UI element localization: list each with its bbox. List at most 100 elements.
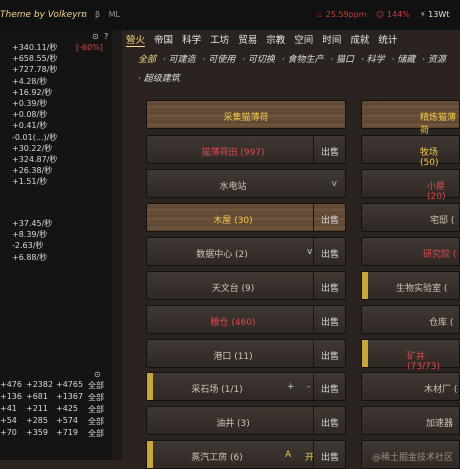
pasture-button[interactable]: 牧场 (50) [361,135,460,168]
scrollbar[interactable] [112,30,122,460]
resource-rate: +727.78/秒 [12,65,58,75]
resource-rate: +6.88/秒 [12,252,48,262]
filter-population[interactable]: · 猫口 [330,55,354,65]
warehouse-button[interactable]: 仓库 ( [361,305,460,334]
tab-stats[interactable]: 统计 [378,35,397,46]
harbor-button[interactable]: 港口 (11) 出售 [146,339,346,368]
resource-rate: +0.41/秒 [12,121,48,131]
tab-religion[interactable]: 宗教 [266,35,285,46]
sell-button[interactable]: 出售 [321,213,339,226]
mine-button[interactable]: 矿井 (73/73) [361,339,460,372]
hut-button[interactable]: 小屋 (20) [361,169,460,202]
tab-achievements[interactable]: 成就 [350,35,369,46]
table-cell[interactable]: +476 [0,380,22,389]
c-icon[interactable]: c [82,10,86,19]
increase-button[interactable]: + [287,382,295,392]
table-row: +54 +285 +574 全部 [0,416,112,427]
resource-rate: +658.55/秒 [12,54,58,64]
sell-button[interactable]: 出售 [321,145,339,158]
table-cell[interactable]: +285 [26,416,48,425]
tab-space[interactable]: 空间 [294,35,313,46]
ml-icon[interactable]: ML [109,10,120,19]
table-settings-icon[interactable]: ⊙ [94,370,101,379]
accelerator-button[interactable]: 加速器 [361,406,460,435]
table-cell[interactable]: +1367 [56,392,83,401]
tab-trade[interactable]: 贸易 [238,35,257,46]
sell-button[interactable]: 出售 [321,315,339,328]
filter-all[interactable]: 全部 [138,55,156,65]
lumber-mill-button[interactable]: 木材厂 ( [361,372,460,401]
sell-button[interactable]: 出售 [321,349,339,362]
gather-catnip-button[interactable]: 采集猫薄荷 [146,100,346,129]
craft-all-link[interactable]: 全部 [88,416,104,427]
resource-rate: +8.39/秒 [12,230,48,240]
filter-buildable[interactable]: · 可建造 [163,55,196,65]
craft-all-link[interactable]: 全部 [88,428,104,439]
table-cell[interactable]: +70 [0,428,17,437]
tab-bonfire[interactable]: 營火 [126,35,146,47]
table-cell[interactable]: +359 [26,428,48,437]
table-cell[interactable]: +719 [56,428,78,437]
steamworks-button[interactable]: 蒸汽工房 (6) A 开 出售 [146,440,346,469]
table-cell[interactable]: +54 [0,416,17,425]
filter-storage[interactable]: · 储藏 [392,55,416,65]
sell-button[interactable]: 出售 [321,247,339,260]
mansion-button[interactable]: 宅邸 ( [361,203,460,232]
tab-science[interactable]: 科学 [182,35,201,46]
table-cell[interactable]: +41 [0,404,17,413]
sell-button[interactable]: 出售 [321,382,339,395]
sell-button[interactable]: 出售 [321,450,339,463]
help-icon[interactable]: ? [104,32,108,41]
craft-all-link[interactable]: 全部 [88,380,104,391]
filter-resources[interactable]: · 资源 [422,55,446,65]
table-cell[interactable]: +425 [56,404,78,413]
settings-icon[interactable]: ⊙ [92,32,99,41]
resource-rate: +340.11/秒 [12,43,58,52]
table-cell[interactable]: +681 [26,392,48,401]
right-bottom-button[interactable]: @稀土掘金技术社区 [361,440,460,469]
barn-button[interactable]: 粮仓 (460) 出售 [146,305,346,334]
table-cell[interactable]: +574 [56,416,78,425]
bio-lab-button[interactable]: 生物实验室 ( [361,271,460,300]
quarry-button[interactable]: 采石场 (1/1) + - 出售 [146,372,346,401]
resource-rate: +37.45/秒 [12,219,53,228]
top-icons: c β ML [82,10,126,19]
refine-catnip-button[interactable]: 精炼猫薄荷 [361,100,460,136]
table-cell[interactable]: +211 [26,404,48,413]
decrease-button[interactable]: - [307,382,310,392]
craft-all-link[interactable]: 全部 [88,392,104,403]
chevron-down-icon[interactable]: v [307,247,312,257]
craft-all-link[interactable]: 全部 [88,404,104,415]
catnip-field-button[interactable]: 猫薄荷田 (997) 出售 [146,135,346,164]
academy-button[interactable]: 研究院 ( [361,237,460,266]
filter-usable[interactable]: · 可使用 [203,55,236,65]
tab-workshop[interactable]: 工坊 [210,35,229,46]
log-house-button[interactable]: 木屋 (30) 出售 [146,203,346,232]
table-cell[interactable]: +136 [0,392,22,401]
theme-label: Theme by Volkeyrn [0,10,87,20]
tab-empire[interactable]: 帝国 [154,35,173,46]
oil-well-button[interactable]: 油井 (3) 出售 [146,406,346,435]
resource-rate: +4.28/秒 [12,76,48,86]
tab-time[interactable]: 时间 [322,35,341,46]
resource-rate: +0.08/秒 [12,110,48,120]
table-cell[interactable]: +2382 [26,380,53,389]
sell-button[interactable]: 出售 [321,281,339,294]
auto-toggle[interactable]: A [285,450,291,460]
filter-food[interactable]: · 食物生产 [282,55,324,65]
filter-science[interactable]: · 科学 [361,55,385,65]
hydro-plant-button[interactable]: 水电站 v [146,169,346,198]
beta-icon[interactable]: β [95,10,100,19]
filter-mega[interactable]: · 超级建筑 [138,74,180,84]
table-row: +41 +211 +425 全部 [0,404,112,415]
resource-rate: +1.51/秒 [12,177,48,187]
data-center-button[interactable]: 数据中心 (2) v 出售 [146,237,346,266]
table-row: +70 +359 +719 全部 [0,428,112,439]
observatory-button[interactable]: 天文台 (9) 出售 [146,271,346,300]
filter-toggleable[interactable]: · 可切换 [242,55,275,65]
chevron-down-icon[interactable]: v [332,179,337,189]
filter-bar: 全部 · 可建造 · 可使用 · 可切换 · 食物生产 · 猫口 · 科学 · … [138,51,458,89]
table-cell[interactable]: +4765 [56,380,83,389]
sell-button[interactable]: 出售 [321,416,339,429]
resource-rate: +324.87/秒 [12,155,58,164]
